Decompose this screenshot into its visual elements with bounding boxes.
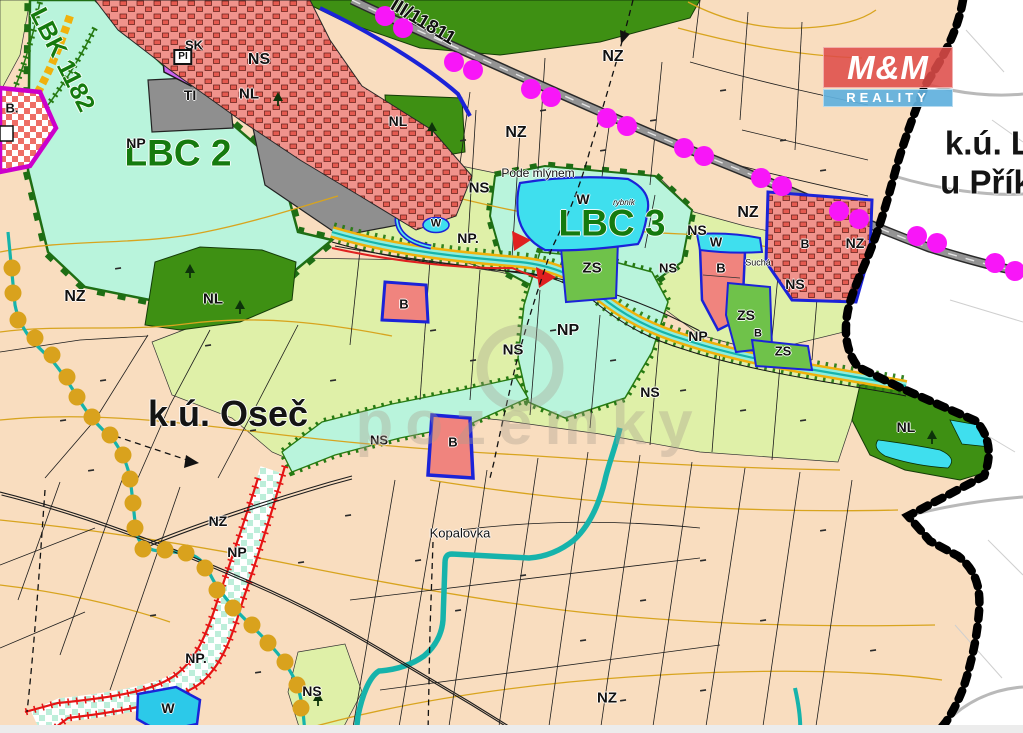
zone-label-w: W xyxy=(710,236,722,249)
zone-label-pi: PI xyxy=(173,49,192,65)
label-ku-neighbor-line1: k.ú. L xyxy=(945,127,1023,160)
zone-label-np: NP xyxy=(557,323,579,339)
zone-label-nz: NZ xyxy=(209,514,228,528)
zone-label-ns: NS xyxy=(302,684,321,698)
map-canvas xyxy=(0,0,1023,733)
logo-mm: M&M xyxy=(823,47,953,88)
place-label-rybník: rybník xyxy=(613,199,635,207)
zone-label-np: NP xyxy=(126,136,145,150)
zone-label-nz: NZ xyxy=(602,49,623,65)
zone-label-w: W xyxy=(161,701,174,715)
zone-label-b: B xyxy=(801,238,810,250)
logo-reality: REALITY xyxy=(823,89,953,107)
zone-label-nl: NL xyxy=(897,420,916,434)
label-ku-neighbor-line2: u Přík xyxy=(940,166,1023,199)
zone-label-nl: NL xyxy=(203,292,223,307)
zone-label-ti: TI xyxy=(184,88,196,102)
zone-label-b: B xyxy=(716,262,725,275)
zone-label-w: W xyxy=(576,192,589,206)
zone-label-nz: NZ xyxy=(737,205,758,221)
zone-label-nz: NZ xyxy=(846,236,865,250)
place-label-kopalovka: Kopalovka xyxy=(430,527,491,540)
zone-label-b: B xyxy=(754,329,762,340)
zone-label-np-: NP. xyxy=(185,651,207,665)
viewport-edge xyxy=(0,725,1023,733)
zone-label-nz: NZ xyxy=(505,125,526,141)
map-viewport[interactable]: LBC 2LBC 3LBK 1182k.ú. Osečk.ú. Lu PříkI… xyxy=(0,0,1023,733)
place-label-suchá: Suchá xyxy=(745,259,771,268)
zone-label-nz: NZ xyxy=(597,691,617,706)
zone-label-np: NP xyxy=(688,329,707,343)
mm-reality-logo: M&M REALITY xyxy=(823,47,953,107)
zone-label-ns: NS xyxy=(248,52,270,68)
zone-label-w: W xyxy=(431,219,441,230)
zone-label-b: B xyxy=(399,298,408,311)
zone-label-np-: NP. xyxy=(457,231,479,245)
zone-label-zs: ZS xyxy=(582,261,601,276)
zone-label-nl: NL xyxy=(239,87,259,102)
zone-label-b-: B. xyxy=(6,102,19,115)
zone-label-ns: NS xyxy=(503,343,524,358)
zone-label-ns: NS xyxy=(687,223,706,237)
zone-label-ns: NS xyxy=(469,181,490,196)
place-label-pode-mlýnem: Pode mlýnem xyxy=(501,167,574,179)
zone-label-zs: ZS xyxy=(775,345,792,358)
zone-label-np: NP xyxy=(227,545,246,559)
zone-label-nl: NL xyxy=(389,114,408,128)
zone-label-zs: ZS xyxy=(737,308,755,322)
zone-label-ns: NS xyxy=(785,277,804,291)
site-watermark: pozemky xyxy=(280,388,780,459)
zone-label-nz: NZ xyxy=(64,289,85,305)
zone-label-ns: NS xyxy=(659,262,677,275)
label-lbc-3: LBC 3 xyxy=(559,205,666,242)
pond-small xyxy=(697,234,762,253)
